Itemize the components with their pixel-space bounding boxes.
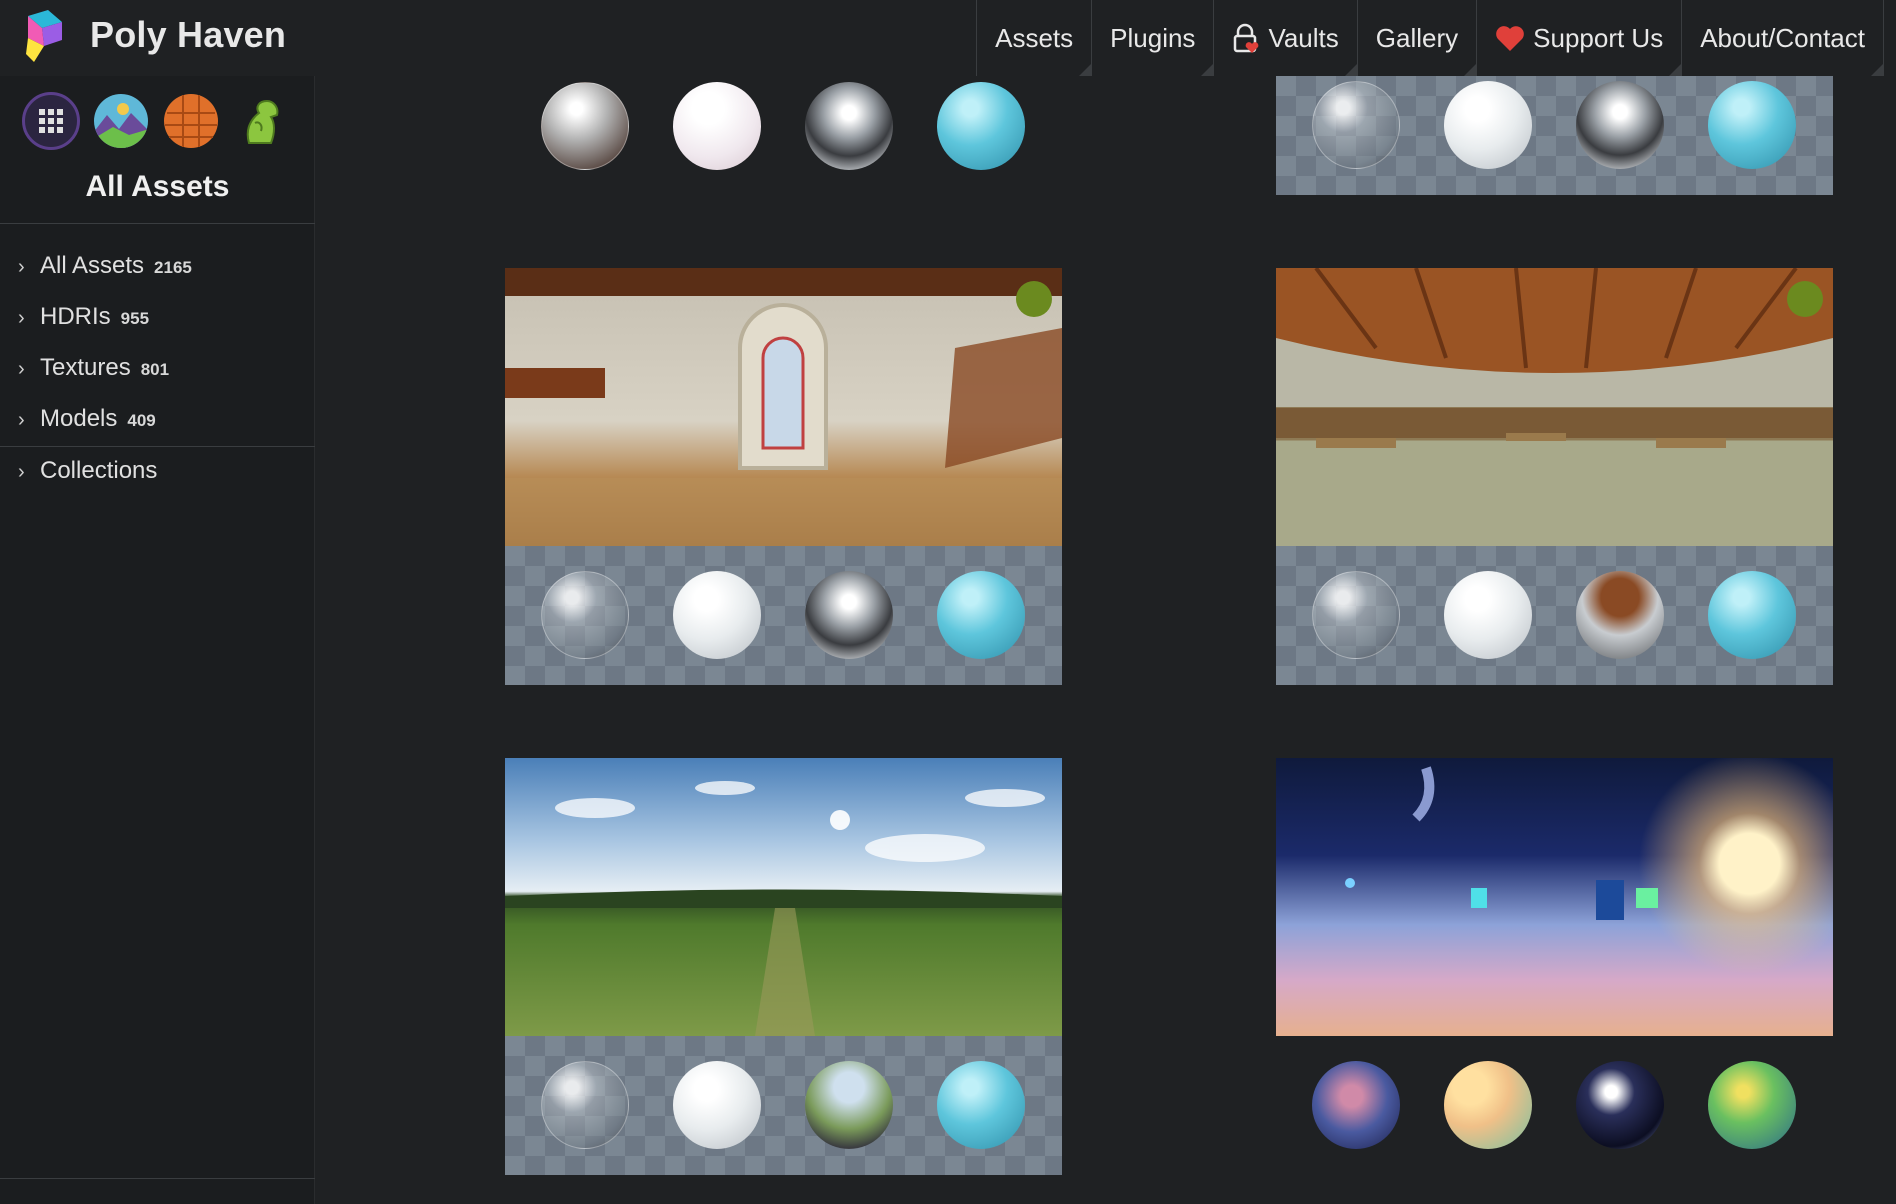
heart-icon (1495, 24, 1525, 52)
sidebar-item-all-assets[interactable]: › All Assets 2165 (18, 252, 192, 280)
sidebar: All Assets › All Assets 2165 › HDRIs 955… (0, 76, 315, 1204)
preview-sphere (1444, 571, 1532, 659)
preview-sphere (937, 571, 1025, 659)
preview-sphere (805, 1061, 893, 1149)
preview-sphere (1444, 1061, 1532, 1149)
preview-sphere (1444, 81, 1532, 169)
sidebar-item-count: 409 (127, 411, 156, 430)
sidebar-item-label: Textures (40, 354, 131, 381)
preview-sphere (1576, 81, 1664, 169)
preview-sphere (1312, 1061, 1400, 1149)
asset-type-selector (22, 92, 290, 150)
sidebar-title: All Assets (85, 170, 230, 203)
sidebar-divider (0, 446, 315, 447)
sidebar-item-count: 955 (120, 309, 150, 328)
nav-gallery-label: Gallery (1375, 22, 1459, 53)
hdri-preview-image (1276, 268, 1833, 546)
asset-card[interactable] (505, 76, 1062, 176)
top-header: Poly Haven Assets Plugins Vaults Gallery… (0, 0, 1896, 76)
sidebar-item-models[interactable]: › Models 409 (18, 405, 156, 433)
sidebar-item-collections[interactable]: › Collections (18, 457, 157, 485)
sidebar-item-count: 801 (140, 360, 170, 379)
all-assets-grid-icon[interactable] (22, 92, 80, 150)
asset-card[interactable] (505, 758, 1062, 1175)
nav-about-contact-label: About/Contact (1700, 22, 1865, 53)
model-icon[interactable] (232, 92, 290, 150)
preview-sphere (673, 1061, 761, 1149)
asset-card[interactable] (1276, 758, 1833, 1175)
hdri-preview-image (1276, 758, 1833, 1036)
sidebar-item-label: Models (40, 405, 118, 432)
texture-icon[interactable] (162, 92, 220, 150)
nav-assets[interactable]: Assets (976, 0, 1092, 76)
nav-assets-label: Assets (995, 22, 1074, 53)
lock-heart-icon (1232, 23, 1260, 53)
chevron-right-icon: › (18, 358, 25, 380)
main-nav: Assets Plugins Vaults Gallery Support Us… (976, 0, 1884, 76)
preview-sphere (541, 82, 629, 170)
preview-sphere (541, 1061, 629, 1149)
brand-name[interactable]: Poly Haven (90, 14, 286, 56)
asset-card[interactable] (1276, 76, 1833, 195)
nav-plugins-label: Plugins (1110, 22, 1196, 53)
sidebar-divider (0, 1178, 315, 1179)
nav-vaults[interactable]: Vaults (1213, 0, 1358, 76)
sidebar-item-label: HDRIs (40, 303, 111, 330)
preview-sphere (937, 82, 1025, 170)
nav-support-us[interactable]: Support Us (1476, 0, 1682, 76)
sidebar-item-label: Collections (40, 457, 158, 484)
preview-sphere (937, 1061, 1025, 1149)
preview-sphere (673, 571, 761, 659)
sidebar-item-hdris[interactable]: › HDRIs 955 (18, 303, 149, 331)
sidebar-divider (0, 223, 315, 224)
nav-vaults-label: Vaults (1268, 22, 1339, 53)
sidebar-item-textures[interactable]: › Textures 801 (18, 354, 169, 382)
nav-about-contact[interactable]: About/Contact (1681, 0, 1884, 76)
preview-sphere (805, 571, 893, 659)
preview-sphere (1576, 571, 1664, 659)
chevron-right-icon: › (18, 307, 25, 329)
chevron-right-icon: › (18, 409, 25, 431)
preview-sphere (805, 82, 893, 170)
preview-sphere (1708, 571, 1796, 659)
nav-gallery[interactable]: Gallery (1356, 0, 1477, 76)
sidebar-item-count: 2165 (154, 258, 192, 277)
preview-sphere (1708, 81, 1796, 169)
poly-haven-logo-icon[interactable] (22, 10, 66, 64)
chevron-right-icon: › (18, 256, 25, 278)
chevron-right-icon: › (18, 461, 25, 483)
asset-card[interactable] (505, 268, 1062, 685)
preview-sphere (673, 82, 761, 170)
asset-card[interactable] (1276, 268, 1833, 685)
new-asset-badge (1787, 281, 1823, 317)
sidebar-item-label: All Assets (40, 252, 145, 279)
nav-support-us-label: Support Us (1533, 22, 1664, 53)
new-asset-badge (1016, 281, 1052, 317)
nav-plugins[interactable]: Plugins (1091, 0, 1214, 76)
preview-sphere (1708, 1061, 1796, 1149)
preview-sphere (1312, 81, 1400, 169)
hdri-icon[interactable] (92, 92, 150, 150)
hdri-preview-image (505, 758, 1062, 1036)
hdri-preview-image (505, 268, 1062, 546)
preview-sphere (1576, 1061, 1664, 1149)
preview-sphere (1312, 571, 1400, 659)
preview-sphere (541, 571, 629, 659)
